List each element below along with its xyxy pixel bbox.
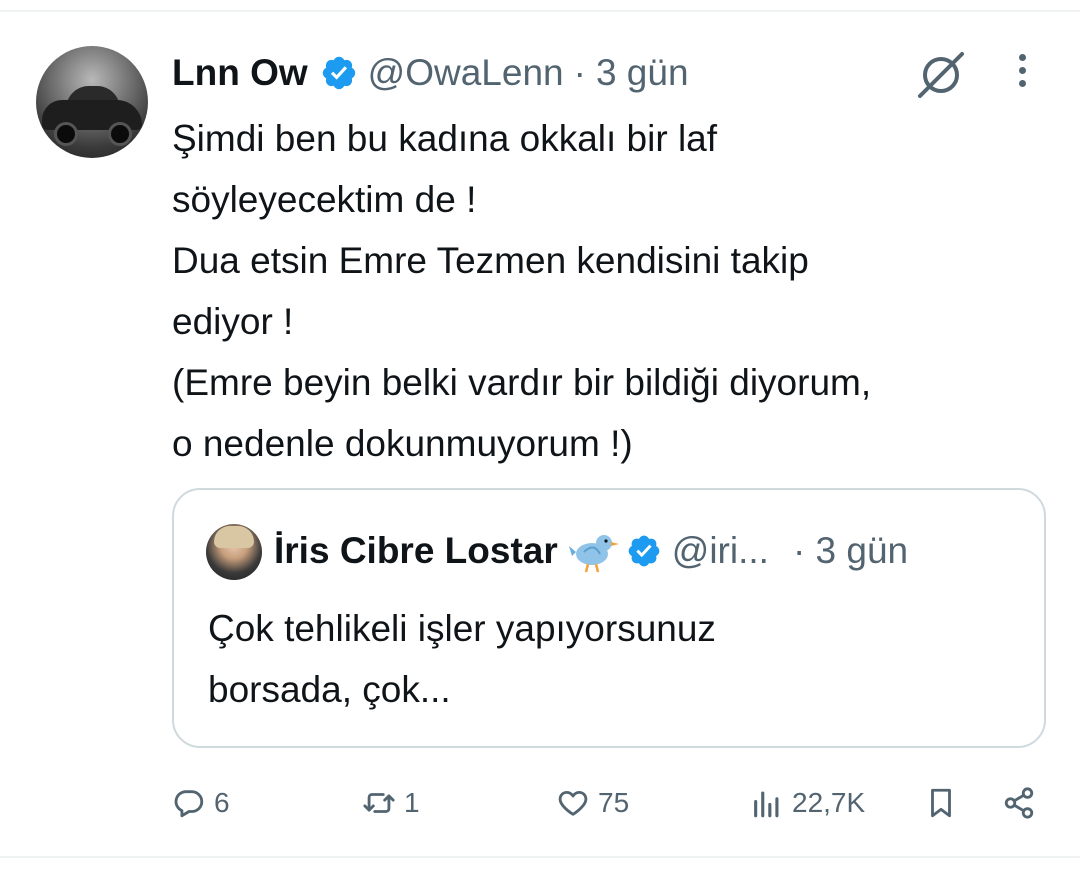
bookmark-button[interactable] bbox=[924, 778, 958, 828]
bookmark-icon bbox=[931, 788, 951, 818]
quoted-author-handle[interactable]: @iri... bbox=[672, 530, 769, 572]
tweet-text: Şimdi ben bu kadına okkalı bir laf söyle… bbox=[172, 108, 1052, 474]
like-count: 75 bbox=[598, 787, 630, 818]
reply-count: 6 bbox=[214, 787, 230, 818]
more-options-icon[interactable] bbox=[1010, 54, 1034, 94]
tweet-text-line: Dua etsin Emre Tezmen kendisini takip bbox=[172, 240, 809, 281]
quoted-tweet-text: Çok tehlikeli işler yapıyorsunuz borsada… bbox=[208, 598, 1008, 720]
tweet-text-line: söyleyecektim de ! bbox=[172, 179, 477, 220]
verified-badge-icon bbox=[628, 535, 660, 567]
retweet-icon bbox=[363, 793, 395, 813]
views-chart-icon bbox=[754, 791, 779, 818]
author-avatar[interactable] bbox=[36, 46, 148, 158]
top-divider bbox=[0, 10, 1080, 12]
share-button[interactable] bbox=[1002, 778, 1036, 828]
heart-icon bbox=[558, 790, 588, 816]
reply-icon bbox=[174, 790, 204, 818]
author-handle[interactable]: @OwaLenn bbox=[368, 52, 564, 94]
quoted-tweet-header: İris Cibre Lostar @iri... · 3 gün bbox=[274, 526, 908, 576]
share-icon bbox=[1004, 787, 1034, 819]
bird-emoji-icon bbox=[568, 535, 619, 573]
retweet-button[interactable]: 1 bbox=[362, 778, 420, 828]
verified-badge-icon bbox=[322, 56, 355, 90]
tweet-header: Lnn Ow @OwaLenn · 3 gün bbox=[172, 48, 689, 98]
reply-button[interactable]: 6 bbox=[172, 778, 230, 828]
quoted-tweet-card[interactable]: İris Cibre Lostar @iri... · 3 gün Çok te… bbox=[172, 488, 1046, 748]
views-button[interactable]: 22,7K bbox=[750, 778, 865, 828]
views-count: 22,7K bbox=[792, 787, 866, 818]
tweet-text-line: o nedenle dokunmuyorum !) bbox=[172, 423, 633, 464]
action-bar: 6 1 75 22,7K bbox=[172, 778, 1042, 828]
tweet-text-line: (Emre beyin belki vardır bir bildiği diy… bbox=[172, 362, 872, 403]
quoted-text-line: borsada, çok... bbox=[208, 669, 451, 710]
quoted-author-avatar[interactable] bbox=[206, 524, 262, 580]
quoted-author-name[interactable]: İris Cibre Lostar bbox=[274, 530, 558, 572]
bottom-divider bbox=[0, 856, 1080, 858]
author-name[interactable]: Lnn Ow bbox=[172, 52, 308, 94]
tweet-text-line: Şimdi ben bu kadına okkalı bir laf bbox=[172, 118, 718, 159]
retweet-count: 1 bbox=[404, 787, 420, 818]
quoted-text-line: Çok tehlikeli işler yapıyorsunuz bbox=[208, 608, 716, 649]
tweet-text-line: ediyor ! bbox=[172, 301, 294, 342]
like-button[interactable]: 75 bbox=[556, 778, 629, 828]
grok-icon[interactable] bbox=[914, 50, 968, 100]
separator-dot: · bbox=[573, 52, 586, 93]
quoted-tweet-time[interactable]: · 3 gün bbox=[793, 530, 908, 572]
tweet-time[interactable]: 3 gün bbox=[596, 52, 689, 94]
